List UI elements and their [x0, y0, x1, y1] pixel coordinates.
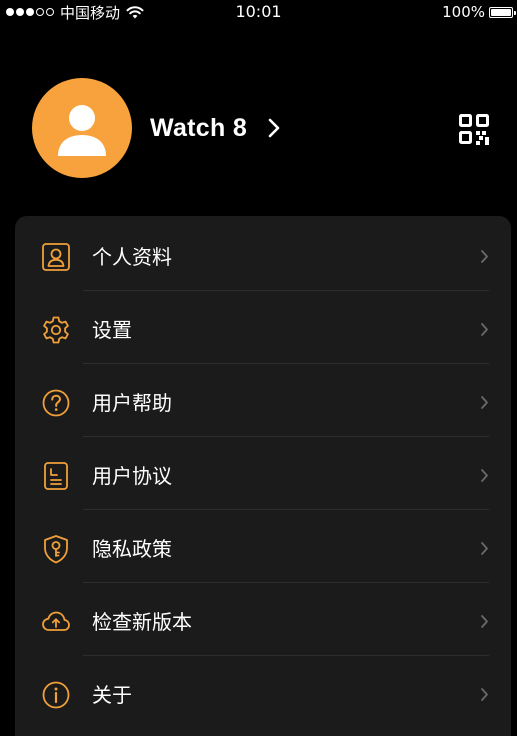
status-bar-right: 100%	[442, 2, 516, 22]
menu-item-about[interactable]: 关于	[15, 656, 511, 729]
menu-item-label: 个人资料	[92, 245, 172, 269]
menu-item-label: 用户帮助	[92, 391, 172, 415]
chevron-right-icon	[481, 688, 488, 701]
menu-item-help[interactable]: 用户帮助	[15, 364, 511, 437]
menu-item-profile[interactable]: 个人资料	[15, 218, 511, 291]
status-time: 10:01	[235, 2, 282, 21]
menu-item-label: 关于	[92, 683, 132, 707]
cloud-upload-icon	[42, 611, 70, 631]
battery-percent: 100%	[442, 3, 485, 21]
user-avatar-icon[interactable]	[32, 78, 132, 178]
chevron-right-icon	[481, 615, 488, 628]
qr-code-icon[interactable]	[458, 113, 490, 145]
profile-card-icon	[42, 243, 70, 271]
menu-item-privacy-policy[interactable]: 隐私政策	[15, 510, 511, 583]
status-bar: 中国移动 10:01 100%	[0, 0, 517, 24]
chevron-right-icon	[481, 396, 488, 409]
document-icon	[44, 462, 68, 490]
chevron-right-icon[interactable]	[266, 117, 282, 139]
profile-header: Watch 8	[0, 75, 517, 183]
info-circle-icon	[42, 681, 70, 709]
menu-item-label: 设置	[92, 318, 132, 342]
device-name[interactable]: Watch 8	[150, 113, 247, 143]
menu-item-check-update[interactable]: 检查新版本	[15, 583, 511, 656]
chevron-right-icon	[481, 250, 488, 263]
menu-item-settings[interactable]: 设置	[15, 291, 511, 364]
chevron-right-icon	[481, 323, 488, 336]
menu-item-user-agreement[interactable]: 用户协议	[15, 437, 511, 510]
help-circle-icon	[42, 389, 70, 417]
menu-item-label: 用户协议	[92, 464, 172, 488]
battery-icon	[489, 6, 516, 18]
menu-item-label: 隐私政策	[92, 537, 172, 561]
menu-item-label: 检查新版本	[92, 610, 192, 634]
settings-menu: 个人资料 设置 用户帮助 用户协议 隐私政策 检查新版本 关于	[15, 216, 511, 736]
gear-icon	[43, 316, 69, 344]
chevron-right-icon	[481, 542, 488, 555]
shield-key-icon	[44, 535, 68, 564]
chevron-right-icon	[481, 469, 488, 482]
